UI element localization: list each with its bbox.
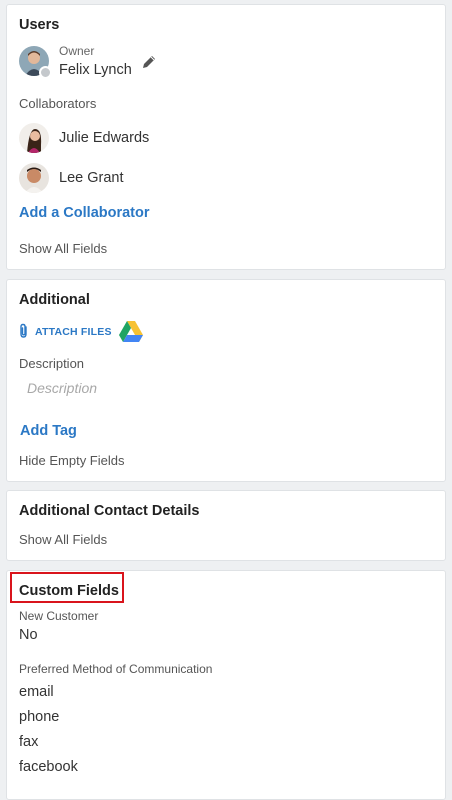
preferred-method-item: facebook [19, 759, 78, 775]
new-customer-value: No [19, 627, 38, 643]
users-title: Users [19, 17, 60, 33]
contact-details-title: Additional Contact Details [19, 503, 200, 519]
paperclip-icon[interactable] [18, 323, 30, 339]
contact-details-card: Additional Contact Details Show All Fiel… [6, 490, 446, 561]
collaborator-avatar[interactable] [19, 123, 49, 153]
show-all-fields-link[interactable]: Show All Fields [19, 532, 107, 547]
google-drive-icon[interactable] [119, 321, 143, 342]
preferred-method-item: phone [19, 709, 60, 725]
collaborator-name[interactable]: Lee Grant [59, 170, 124, 186]
owner-label: Owner [59, 44, 95, 58]
owner-name: Felix Lynch [59, 62, 132, 78]
preferred-method-item: fax [19, 734, 39, 750]
collaborators-label: Collaborators [19, 96, 97, 111]
hide-empty-fields-link[interactable]: Hide Empty Fields [19, 453, 124, 468]
owner-status-dot [39, 66, 52, 79]
description-label: Description [19, 356, 85, 371]
custom-fields-highlight-box [10, 572, 124, 603]
collaborator-name[interactable]: Julie Edwards [59, 130, 149, 146]
description-field[interactable]: Description [27, 380, 97, 396]
additional-card: Additional ATTACH FILES Description Desc… [6, 279, 446, 482]
preferred-method-item: email [19, 684, 54, 700]
show-all-fields-link[interactable]: Show All Fields [19, 241, 107, 256]
custom-fields-card: Custom Fields New Customer No Preferred … [6, 570, 446, 800]
edit-owner-icon[interactable] [141, 54, 157, 70]
add-collaborator-link[interactable]: Add a Collaborator [19, 205, 150, 221]
preferred-method-label: Preferred Method of Communication [19, 662, 213, 676]
new-customer-label: New Customer [19, 609, 99, 623]
add-tag-link[interactable]: Add Tag [20, 423, 77, 439]
attach-files-button[interactable]: ATTACH FILES [35, 326, 112, 338]
collaborator-avatar[interactable] [19, 163, 49, 193]
additional-title: Additional [19, 292, 90, 308]
users-card: Users Owner Felix Lynch Collaborators Ju… [6, 4, 446, 270]
